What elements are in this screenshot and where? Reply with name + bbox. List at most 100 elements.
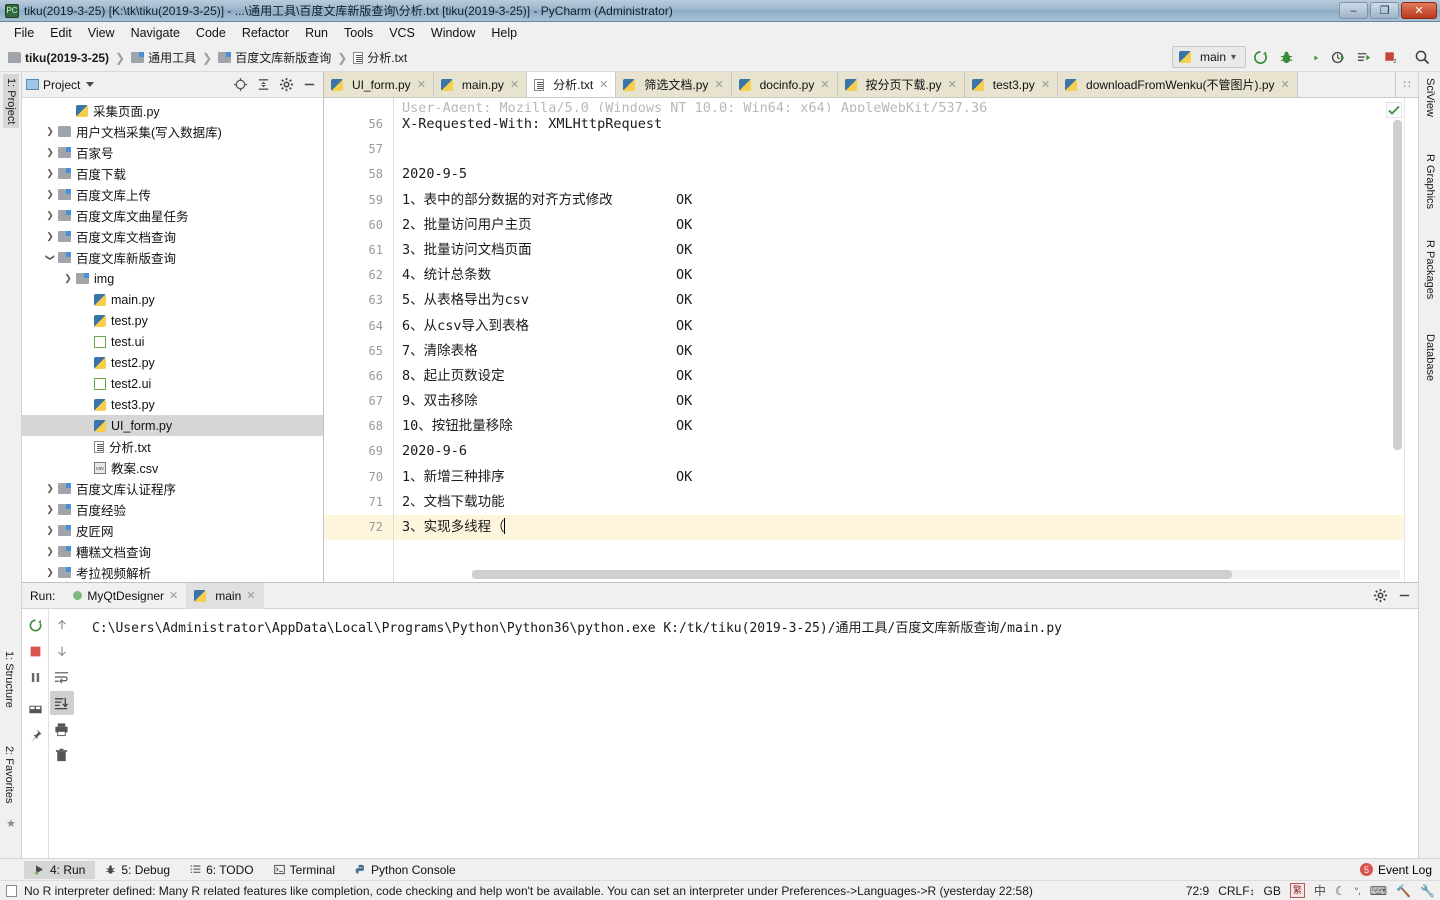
- sidebar-item-rpackages[interactable]: R Packages: [1424, 240, 1436, 299]
- sidebar-item-project[interactable]: 1: Project: [3, 74, 19, 129]
- tree-item-.csv[interactable]: csv 教案.csv: [22, 457, 323, 478]
- editor-tab-UI_form.py[interactable]: UI_form.py ✕: [324, 72, 434, 97]
- menu-run[interactable]: Run: [297, 24, 336, 42]
- menu-view[interactable]: View: [80, 24, 123, 42]
- line-number[interactable]: 63: [324, 288, 393, 313]
- tree-item-.txt[interactable]: 分析.txt: [22, 436, 323, 457]
- bottom-tab-terminal[interactable]: Terminal: [264, 861, 345, 879]
- editor-vertical-scrollbar[interactable]: [1393, 120, 1402, 450]
- close-icon[interactable]: ✕: [714, 78, 723, 91]
- chevron-right-icon[interactable]: [42, 525, 58, 536]
- minimize-button[interactable]: –: [1339, 2, 1368, 19]
- tree-item-[interactable]: 糟糕文档查询: [22, 541, 323, 562]
- tree-item-[interactable]: 百度下载: [22, 163, 323, 184]
- close-icon[interactable]: ✕: [1281, 78, 1290, 91]
- menu-edit[interactable]: Edit: [42, 24, 80, 42]
- close-icon[interactable]: ✕: [510, 78, 519, 91]
- up-arrow-icon[interactable]: [50, 613, 74, 637]
- line-number[interactable]: 56: [324, 112, 393, 137]
- locate-icon[interactable]: [230, 75, 250, 95]
- tree-item-[interactable]: 皮匠网: [22, 520, 323, 541]
- tab-list-icon[interactable]: ∷: [1396, 72, 1418, 97]
- restore-button[interactable]: ❐: [1370, 2, 1399, 19]
- menu-vcs[interactable]: VCS: [381, 24, 423, 42]
- code-line[interactable]: 2020-9-5: [394, 162, 1418, 187]
- code-line[interactable]: X-Requested-With: XMLHttpRequest: [394, 112, 1418, 137]
- run-tab-myqtdesigner[interactable]: MyQtDesigner ✕: [65, 583, 186, 609]
- chevron-down-icon[interactable]: [86, 82, 95, 87]
- horizontal-scrollbar-thumb[interactable]: [472, 570, 1232, 579]
- breadcrumb-item-tongyonggongju[interactable]: 通用工具: [131, 49, 196, 66]
- run-with-coverage-button[interactable]: [1300, 46, 1324, 68]
- punctuation-icon[interactable]: °,: [1355, 886, 1361, 896]
- tree-item-test2.ui[interactable]: test2.ui: [22, 373, 323, 394]
- run-tab-main[interactable]: main ✕: [186, 582, 264, 609]
- chevron-right-icon[interactable]: [42, 126, 58, 137]
- sidebar-item-sciview[interactable]: SciView: [1424, 78, 1436, 117]
- code-line[interactable]: 3、批量访问文档页面 OK: [394, 238, 1418, 263]
- line-number[interactable]: 57: [324, 137, 393, 162]
- tree-item-test.ui[interactable]: test.ui: [22, 331, 323, 352]
- line-number[interactable]: 58: [324, 162, 393, 187]
- breadcrumb-item-baiduwenku[interactable]: 百度文库新版查询: [218, 49, 331, 66]
- code-line[interactable]: 6、从csv导入到表格 OK: [394, 314, 1418, 339]
- event-log-area[interactable]: 5 Event Log: [1359, 863, 1432, 877]
- line-number[interactable]: 69: [324, 439, 393, 464]
- profile-button[interactable]: [1326, 46, 1350, 68]
- code-line[interactable]: 9、双击移除 OK: [394, 389, 1418, 414]
- close-icon[interactable]: ✕: [599, 78, 608, 91]
- soft-wrap-icon[interactable]: [50, 665, 74, 689]
- line-number[interactable]: 71: [324, 490, 393, 515]
- rerun-icon[interactable]: [23, 613, 47, 637]
- keyboard-icon[interactable]: ⌨: [1370, 884, 1387, 898]
- tree-item-[interactable]: 百度文库文档查询: [22, 226, 323, 247]
- close-icon[interactable]: ✕: [169, 589, 178, 602]
- rerun-button[interactable]: [1248, 46, 1272, 68]
- line-number[interactable]: 65: [324, 339, 393, 364]
- sidebar-item-favorites[interactable]: 2: Favorites: [3, 746, 15, 803]
- menu-window[interactable]: Window: [423, 24, 483, 42]
- console-icon[interactable]: [23, 697, 47, 721]
- code-area[interactable]: User-Agent: Mozilla/5.0 (Windows NT 10.0…: [394, 98, 1418, 582]
- line-number[interactable]: 67: [324, 389, 393, 414]
- tree-item-.py[interactable]: 采集页面.py: [22, 100, 323, 121]
- tree-item-[interactable]: 考拉视频解析: [22, 562, 323, 582]
- chevron-right-icon[interactable]: [42, 483, 58, 494]
- code-line[interactable]: 8、起止页数设定 OK: [394, 364, 1418, 389]
- editor-tab-.py[interactable]: 筛选文档.py ✕: [616, 72, 732, 97]
- stop-button[interactable]: 2: [1378, 46, 1402, 68]
- bottom-tab-run[interactable]: 4: Run: [24, 860, 96, 879]
- stop-icon[interactable]: [23, 639, 47, 663]
- tree-item-[interactable]: 百度文库认证程序: [22, 478, 323, 499]
- collapse-all-icon[interactable]: [253, 75, 273, 95]
- hide-panel-icon[interactable]: [1394, 586, 1414, 606]
- tree-item-[interactable]: 百度文库文曲星任务: [22, 205, 323, 226]
- tree-item-[interactable]: 用户文档采集(写入数据库): [22, 121, 323, 142]
- menu-code[interactable]: Code: [188, 24, 234, 42]
- code-line[interactable]: 5、从表格导出为csv OK: [394, 288, 1418, 313]
- chevron-right-icon[interactable]: [42, 147, 58, 158]
- editor-tab-main.py[interactable]: main.py ✕: [433, 72, 528, 97]
- down-arrow-icon[interactable]: [50, 639, 74, 663]
- code-line[interactable]: 4、统计总条数 OK: [394, 263, 1418, 288]
- editor-tab-test3.py[interactable]: test3.py ✕: [964, 72, 1059, 97]
- close-icon[interactable]: ✕: [246, 589, 255, 602]
- lang-indicator[interactable]: 中: [1314, 882, 1326, 899]
- chevron-right-icon[interactable]: [42, 231, 58, 242]
- sidebar-item-rgraphics[interactable]: R Graphics: [1424, 154, 1436, 209]
- pin-icon[interactable]: [23, 723, 47, 747]
- code-line[interactable]: 2020-9-6: [394, 439, 1418, 464]
- hammer-icon[interactable]: 🔨: [1396, 884, 1411, 898]
- code-line[interactable]: 3、实现多线程（: [394, 515, 1418, 541]
- menu-navigate[interactable]: Navigate: [123, 24, 188, 42]
- wrench-icon[interactable]: 🔧: [1420, 884, 1435, 898]
- tree-item-[interactable]: 百家号: [22, 142, 323, 163]
- project-tree[interactable]: 采集页面.py 用户文档采集(写入数据库) 百家号百度下载百度文库上传百度文库文曲星…: [22, 98, 323, 582]
- code-line[interactable]: [394, 137, 1418, 162]
- tree-item-test2.py[interactable]: test2.py: [22, 352, 323, 373]
- tree-item-UI_form.py[interactable]: UI_form.py: [22, 415, 323, 436]
- code-line[interactable]: 7、清除表格 OK: [394, 339, 1418, 364]
- code-line[interactable]: 2、批量访问用户主页 OK: [394, 213, 1418, 238]
- tree-item-[interactable]: 百度经验: [22, 499, 323, 520]
- tree-item-test3.py[interactable]: test3.py: [22, 394, 323, 415]
